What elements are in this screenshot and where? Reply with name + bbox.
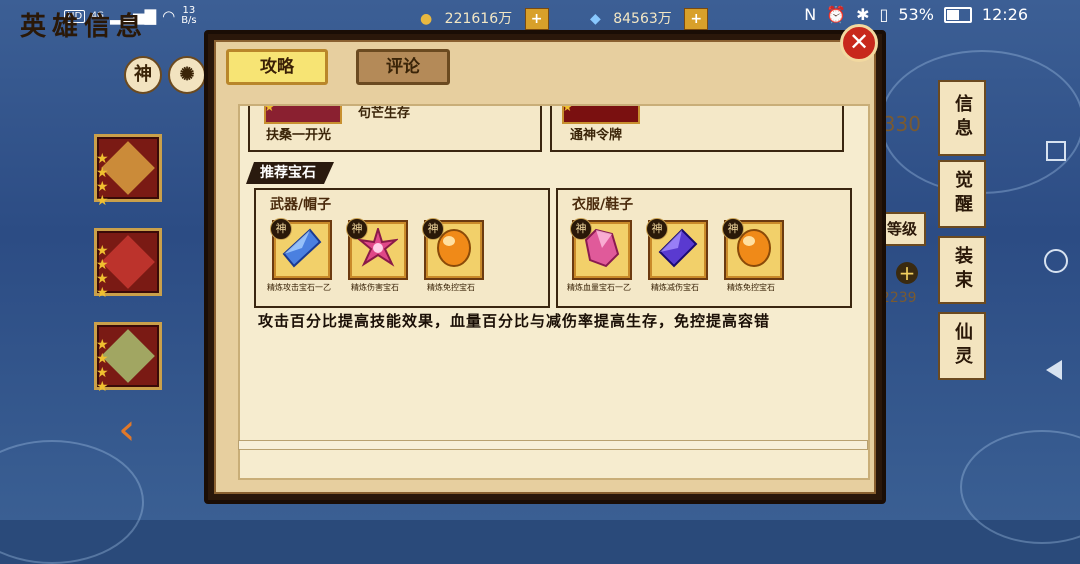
item-subtitle: 句芒生存	[358, 106, 411, 121]
item-icon	[264, 106, 342, 124]
bluetooth-icon: ✱	[856, 5, 870, 24]
nfc-icon: N	[804, 5, 817, 24]
recommended-item-card: ★ 通神令牌	[550, 104, 844, 152]
diamond-counter: ◆ 84563万 +	[590, 8, 709, 30]
gem-slot[interactable]: 神	[570, 218, 632, 280]
diamond-icon: ◆	[590, 11, 601, 27]
gem-name: 精炼免控宝石	[427, 283, 475, 292]
star-icon: ★	[264, 104, 275, 114]
battery-icon	[943, 6, 972, 23]
add-fragment-button[interactable]: +	[896, 262, 918, 284]
star-icon: ★	[562, 104, 573, 114]
item-name: 通神令牌	[570, 128, 623, 143]
gem-name: 精炼攻击宝石一乙	[267, 283, 331, 292]
wifi-icon: ◠	[162, 7, 176, 25]
previous-hero-arrow[interactable]: ‹	[118, 404, 136, 455]
tab-strategy[interactable]: 攻略	[226, 49, 328, 85]
close-button[interactable]: ✕	[840, 24, 878, 62]
coin-counter: ● 221616万 +	[420, 8, 549, 30]
add-coins-button[interactable]: +	[524, 8, 549, 30]
page-title: 英雄信息	[20, 12, 149, 42]
item-name: 扶桑一开光	[266, 128, 332, 143]
home-button[interactable]	[1044, 249, 1068, 273]
gem-slot[interactable]: 神	[270, 218, 332, 280]
gem-slot[interactable]: 神	[646, 218, 708, 280]
gem-slot[interactable]: 神	[422, 218, 484, 280]
side-tab-info[interactable]: 信息	[938, 80, 986, 156]
gem-group-title: 武器/帽子	[270, 197, 332, 213]
side-tab-outfit[interactable]: 装束	[938, 236, 986, 304]
item-icon	[562, 106, 640, 124]
god-attribute-button[interactable]: 神	[124, 56, 162, 94]
purple-crystal-icon	[658, 228, 698, 268]
gem-name: 精炼减伤宝石	[651, 283, 699, 292]
strategy-content[interactable]: ★ 句芒生存 扶桑一开光 ★ 通神令牌 推荐宝石 武器/帽子 神 精炼攻击宝石一…	[238, 104, 870, 480]
back-button[interactable]	[1046, 360, 1062, 380]
star-rating: ★ ★ ★ ★	[96, 243, 109, 301]
vibrate-icon: ▯	[879, 5, 889, 24]
gem-name: 精炼血量宝石一乙	[567, 283, 631, 292]
recommended-item-card: ★ 句芒生存 扶桑一开光	[248, 104, 542, 152]
gem-name: 精炼免控宝石	[727, 283, 775, 292]
side-tab-spirit[interactable]: 仙灵	[938, 312, 986, 380]
strategy-dialog: 攻略 评论 ★ 句芒生存 扶桑一开光 ★ 通神令牌 推荐宝石 武器/帽子 神 精…	[204, 30, 886, 504]
fan-icon[interactable]: ✺	[168, 56, 206, 94]
blue-crystal-icon	[282, 228, 322, 268]
pink-crystal-icon	[584, 228, 620, 268]
tab-comments[interactable]: 评论	[356, 49, 450, 85]
gem-name: 精炼伤害宝石	[351, 283, 399, 292]
gem-group-weapon-hat: 武器/帽子 神 精炼攻击宝石一乙 神 精炼伤害宝石 神 精炼免控宝石	[254, 188, 550, 308]
section-title: 推荐宝石	[246, 162, 334, 184]
pink-star-gem-icon	[358, 228, 398, 267]
horizontal-scrollbar[interactable]	[238, 440, 868, 450]
orange-orb-gem-icon	[737, 229, 771, 267]
side-tab-awaken[interactable]: 觉醒	[938, 160, 986, 228]
add-diamonds-button[interactable]: +	[684, 8, 709, 30]
battery-percent: 53%	[898, 5, 934, 24]
gem-slot[interactable]: 神	[346, 218, 408, 280]
gem-group-clothes-shoes: 衣服/鞋子 神 精炼血量宝石一乙 神 精炼减伤宝石 神 精炼免控宝石	[556, 188, 852, 308]
clock: 12:26	[981, 5, 1028, 24]
dialog-panel: 攻略 评论 ★ 句芒生存 扶桑一开光 ★ 通神令牌 推荐宝石 武器/帽子 神 精…	[214, 40, 876, 494]
star-rating: ★ ★ ★ ★	[96, 151, 109, 209]
strategy-description: 攻击百分比提高技能效果，血量百分比与减伤率提高生存，免控提高容错	[258, 312, 771, 330]
orange-orb-gem-icon	[437, 229, 471, 267]
star-rating: ★ ★ ★ ★	[96, 337, 109, 395]
gem-group-title: 衣服/鞋子	[572, 197, 634, 213]
network-speed: 13 B/s	[181, 5, 197, 26]
recent-apps-button[interactable]	[1046, 141, 1066, 161]
alarm-icon: ⏰	[826, 5, 847, 24]
gem-slot[interactable]: 神	[722, 218, 784, 280]
coin-icon: ●	[420, 11, 433, 27]
